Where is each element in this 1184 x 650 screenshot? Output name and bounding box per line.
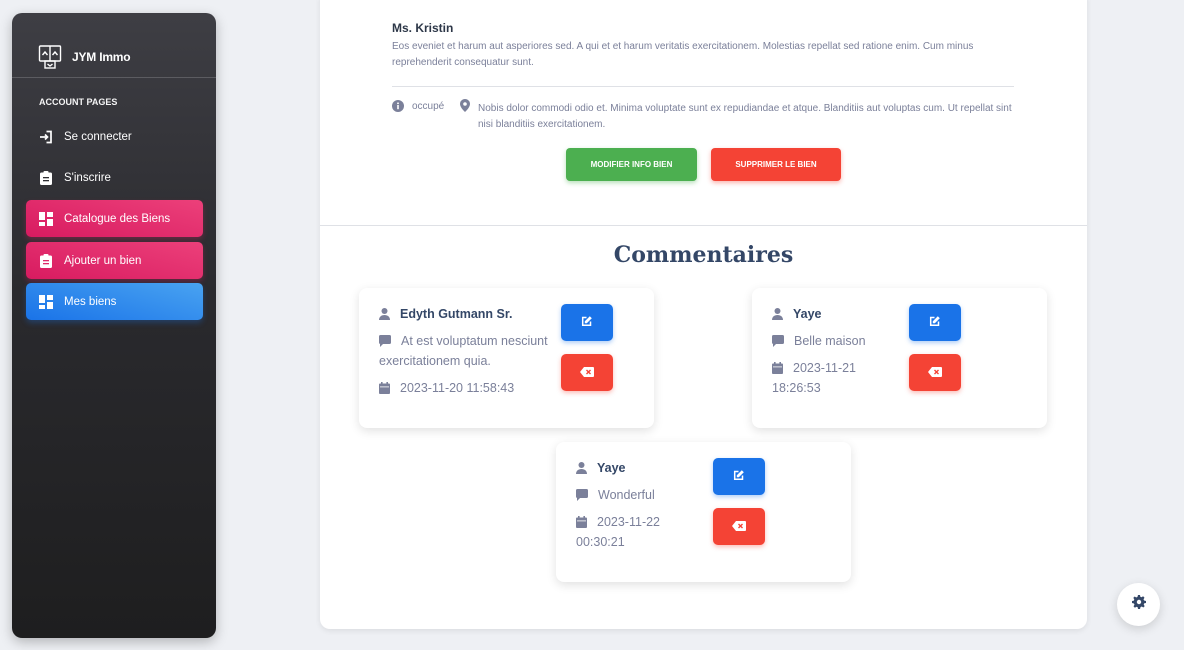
edit-comment-button[interactable] xyxy=(561,304,613,341)
backspace-icon xyxy=(580,366,594,380)
comment-date: 2023-11-22 xyxy=(597,515,661,529)
comment-author: Yaye xyxy=(793,307,822,321)
comment-text: Belle maison xyxy=(794,334,866,348)
comment-time: 00:30:21 xyxy=(576,535,625,549)
section-divider xyxy=(320,225,1087,226)
info-circle-icon xyxy=(392,100,404,112)
comment-text-row: Belle maison xyxy=(772,331,866,353)
clipboard-icon xyxy=(39,253,53,268)
sidebar-item-label: S'inscrire xyxy=(64,171,111,184)
comment-date: 2023-11-20 11:58:43 xyxy=(400,381,515,395)
delete-comment-button[interactable] xyxy=(561,354,613,391)
backspace-icon xyxy=(928,366,942,380)
comment-icon xyxy=(576,487,588,507)
comment-card: Edyth Gutmann Sr. At est voluptatum nesc… xyxy=(359,288,654,428)
comment-date-row: 2023-11-22 xyxy=(576,512,660,534)
delete-comment-button[interactable] xyxy=(909,354,961,391)
owner-description: Eos eveniet et harum aut asperiores sed.… xyxy=(392,41,974,68)
owner-name: Ms. Kristin xyxy=(392,21,454,35)
comment-date-row: 2023-11-21 xyxy=(772,358,856,380)
edit-icon xyxy=(929,315,941,330)
comments-title: Commentaires xyxy=(613,242,794,268)
edit-comment-button[interactable] xyxy=(909,304,961,341)
edit-comment-button[interactable] xyxy=(713,458,765,495)
comment-card: Yaye Belle maison 2023-11-21 18:26:53 xyxy=(752,288,1047,428)
sidebar-item-catalogue[interactable]: Catalogue des Biens xyxy=(26,200,203,237)
calendar-icon xyxy=(379,380,390,400)
edit-icon xyxy=(733,469,745,484)
sidebar-item-my-properties[interactable]: Mes biens xyxy=(26,283,203,320)
sidebar-item-add-property[interactable]: Ajouter un bien xyxy=(26,242,203,279)
user-icon xyxy=(772,306,783,326)
sidebar-item-label: Mes biens xyxy=(64,295,117,308)
clipboard-icon xyxy=(39,170,53,185)
house-logo-icon xyxy=(38,44,62,70)
gear-icon xyxy=(1131,595,1146,614)
comment-author: Yaye xyxy=(597,461,626,475)
sidebar-heading: ACCOUNT PAGES xyxy=(39,97,118,107)
sidebar-divider xyxy=(12,77,216,78)
calendar-icon xyxy=(576,514,587,534)
edit-property-button[interactable]: MODIFIER INFO BIEN xyxy=(566,148,697,181)
comment-text-row: At est voluptatum nesciunt xyxy=(379,331,559,353)
delete-property-button[interactable]: SUPPRIMER LE BIEN xyxy=(711,148,841,181)
sidebar-item-label: Se connecter xyxy=(64,130,132,143)
comment-text-row: Wonderful xyxy=(576,485,655,507)
login-icon xyxy=(39,130,53,144)
sidebar: JYM Immo ACCOUNT PAGES Se connecter S'in… xyxy=(12,13,216,638)
property-detail-card: Ms. Kristin Eos eveniet et harum aut asp… xyxy=(320,0,1087,629)
sidebar-item-label: Ajouter un bien xyxy=(64,254,142,267)
property-address: Nobis dolor commodi odio et. Minima volu… xyxy=(478,103,1012,130)
edit-icon xyxy=(581,315,593,330)
brand-name: JYM Immo xyxy=(72,50,131,64)
comment-icon xyxy=(379,333,391,353)
comment-date-row: 2023-11-20 11:58:43 xyxy=(379,378,514,400)
backspace-icon xyxy=(732,520,746,534)
brand[interactable]: JYM Immo xyxy=(38,35,131,79)
dashboard-icon xyxy=(39,211,53,226)
comment-author: Edyth Gutmann Sr. xyxy=(400,307,513,321)
user-icon xyxy=(576,460,587,480)
dashboard-icon xyxy=(39,294,53,309)
property-status: occupé xyxy=(412,101,445,112)
settings-button[interactable] xyxy=(1117,583,1160,626)
comment-author-row: Edyth Gutmann Sr. xyxy=(379,304,513,326)
sidebar-item-label: Catalogue des Biens xyxy=(64,212,171,225)
comment-text-continued: exercitationem quia. xyxy=(379,354,491,368)
comment-text: Wonderful xyxy=(598,488,655,502)
sidebar-item-register[interactable]: S'inscrire xyxy=(26,159,203,196)
sidebar-item-login[interactable]: Se connecter xyxy=(26,118,203,155)
divider xyxy=(392,86,1014,87)
comment-text: At est voluptatum nesciunt xyxy=(401,334,548,348)
user-icon xyxy=(379,306,390,326)
calendar-icon xyxy=(772,360,783,380)
comment-date: 2023-11-21 xyxy=(793,361,857,375)
comment-author-row: Yaye xyxy=(772,304,822,326)
comment-author-row: Yaye xyxy=(576,458,626,480)
comment-card: Yaye Wonderful 2023-11-22 00:30:21 xyxy=(556,442,851,582)
comment-time: 18:26:53 xyxy=(772,381,821,395)
map-pin-icon xyxy=(460,99,470,112)
delete-comment-button[interactable] xyxy=(713,508,765,545)
comment-icon xyxy=(772,333,784,353)
